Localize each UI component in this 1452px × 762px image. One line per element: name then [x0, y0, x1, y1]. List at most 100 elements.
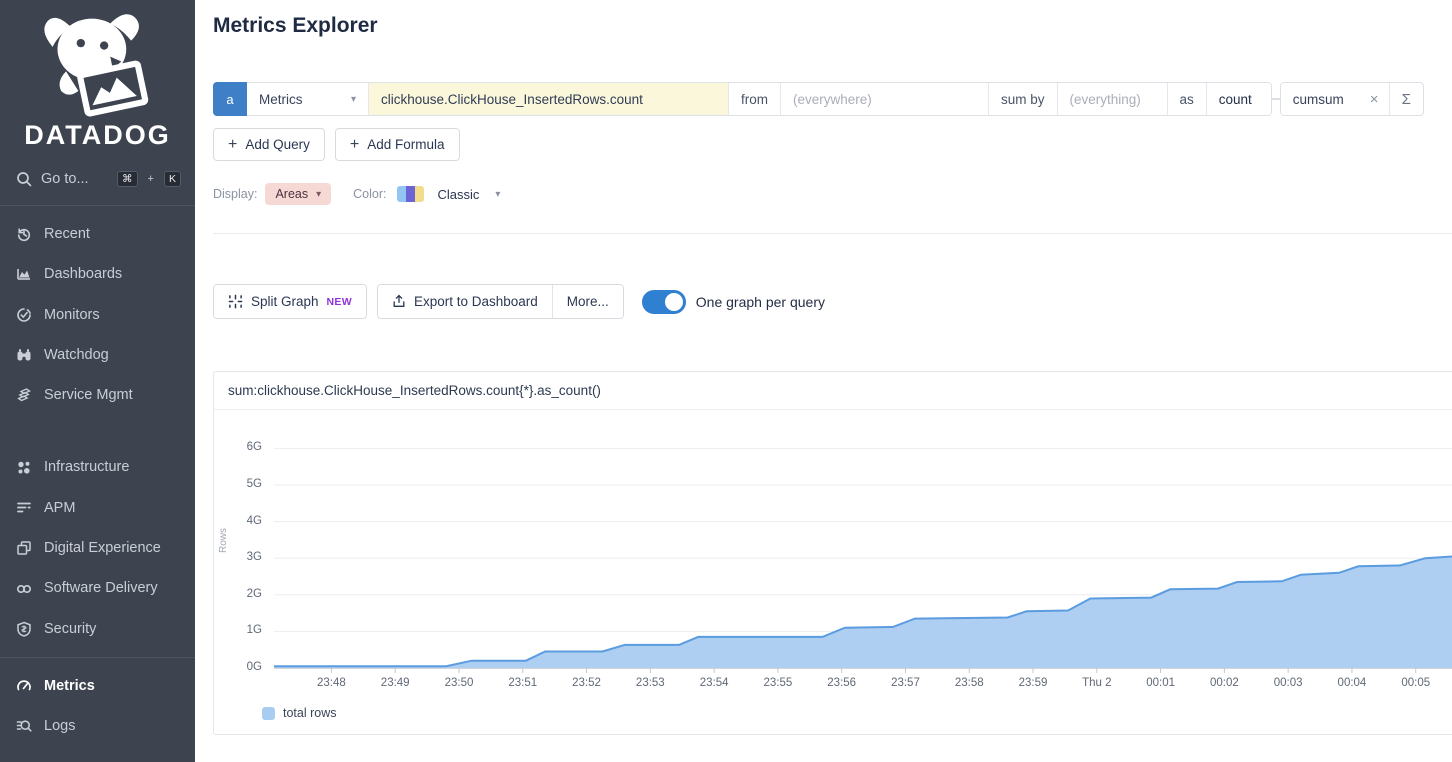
plus-separator: +: [148, 173, 154, 185]
x-tick-label: 23:54: [686, 677, 742, 689]
sidebar-item-infrastructure[interactable]: Infrastructure: [0, 447, 195, 487]
sidebar-item-recent[interactable]: Recent: [0, 214, 195, 254]
plus-icon: +: [228, 136, 237, 154]
k-key-badge: K: [164, 171, 181, 187]
service-mgmt-layers-icon: [16, 387, 32, 403]
from-scope-input[interactable]: (everywhere): [781, 83, 989, 115]
goto-search[interactable]: Go to... ⌘ + K: [0, 151, 195, 205]
display-options-row: Display: Areas ▾ Color: Classic ▾: [213, 183, 1434, 205]
sum-by-label: sum by: [989, 83, 1058, 115]
query-letter-badge: a: [213, 82, 247, 116]
chevron-down-icon: ▾: [495, 189, 500, 200]
x-tick-label: Thu 2: [1069, 677, 1125, 689]
split-graph-button[interactable]: Split Graph NEW: [214, 285, 366, 318]
add-query-label: Add Query: [245, 137, 310, 152]
add-formula-label: Add Formula: [367, 137, 444, 152]
sidebar-item-label: Watchdog: [44, 345, 109, 365]
sidebar-item-watchdog[interactable]: Watchdog: [0, 335, 195, 375]
color-scheme-value[interactable]: Classic: [438, 187, 480, 202]
remove-function-icon[interactable]: ×: [1360, 83, 1390, 115]
metrics-source-value: Metrics: [259, 92, 303, 107]
function-chip: cumsum × Σ: [1280, 82, 1424, 116]
function-connector: [1272, 98, 1280, 100]
x-tick-label: 23:53: [622, 677, 678, 689]
x-tick-label: 00:05: [1388, 677, 1444, 689]
sidebar-item-label: Infrastructure: [44, 457, 129, 477]
more-button[interactable]: More...: [553, 285, 623, 318]
sidebar-item-monitors[interactable]: Monitors: [0, 295, 195, 335]
nav-group-products: Infrastructure APM Digital Experience So…: [0, 439, 195, 656]
add-query-button[interactable]: + Add Query: [213, 128, 325, 161]
add-formula-button[interactable]: + Add Formula: [335, 128, 460, 161]
sidebar-item-dashboards[interactable]: Dashboards: [0, 254, 195, 294]
datadog-wordmark: DATADOG: [0, 120, 195, 151]
sidebar-item-digital-experience[interactable]: Digital Experience: [0, 528, 195, 568]
y-tick-label: 0G: [222, 661, 262, 673]
sidebar-item-label: Software Delivery: [44, 578, 158, 598]
sidebar-item-logs[interactable]: Logs: [0, 706, 195, 746]
one-graph-per-query-toggle[interactable]: [642, 290, 686, 314]
query-builder-section: a Metrics ▾ clickhouse.ClickHouse_Insert…: [213, 82, 1452, 234]
query-segment-group: Metrics ▾ clickhouse.ClickHouse_Inserted…: [247, 82, 1272, 116]
as-count-dropdown[interactable]: count: [1207, 83, 1271, 115]
sidebar-item-service-mgmt[interactable]: Service Mgmt: [0, 375, 195, 415]
dashboards-chart-icon: [16, 266, 32, 282]
split-graph-group: Split Graph NEW: [213, 284, 367, 319]
chart-card: sum:clickhouse.ClickHouse_InsertedRows.c…: [213, 371, 1452, 735]
group-by-input[interactable]: (everything): [1058, 83, 1168, 115]
sidebar-item-software-delivery[interactable]: Software Delivery: [0, 568, 195, 608]
software-delivery-link-icon: [16, 581, 32, 597]
x-tick-label: 23:50: [431, 677, 487, 689]
y-axis-title: Rows: [218, 528, 229, 553]
x-tick-label: 23:52: [559, 677, 615, 689]
sigma-function-icon[interactable]: Σ: [1390, 83, 1423, 115]
export-icon: [392, 294, 406, 309]
chart-body: Rows 0G1G2G3G4G5G6G23:4823:4923:5023:512…: [214, 410, 1452, 706]
digital-experience-windows-icon: [16, 540, 32, 556]
chart-legend: total rows: [214, 706, 1452, 734]
y-tick-label: 5G: [222, 478, 262, 490]
sidebar-item-label: Monitors: [44, 305, 100, 325]
sidebar-item-label: Metrics: [44, 676, 95, 696]
x-tick-label: 00:02: [1196, 677, 1252, 689]
metric-name-input[interactable]: clickhouse.ClickHouse_InsertedRows.count: [369, 83, 729, 115]
legend-swatch[interactable]: [262, 707, 275, 720]
sidebar-item-security[interactable]: Security: [0, 609, 195, 649]
datadog-logo[interactable]: DATADOG: [0, 0, 195, 151]
goto-label: Go to...: [41, 171, 89, 187]
apm-flamegraph-icon: [16, 500, 32, 516]
query-actions-row: + Add Query + Add Formula: [213, 128, 1434, 161]
x-tick-label: 23:58: [941, 677, 997, 689]
color-palette-swatch[interactable]: [397, 186, 424, 202]
sidebar-item-label: Recent: [44, 224, 90, 244]
sidebar-item-label: Dashboards: [44, 264, 122, 284]
app-window: DATADOG Go to... ⌘ + K Recent: [0, 0, 1452, 762]
datadog-dog-icon: [36, 10, 160, 118]
y-tick-label: 4G: [222, 515, 262, 527]
metrics-source-dropdown[interactable]: Metrics ▾: [247, 83, 369, 115]
x-tick-label: 00:03: [1260, 677, 1316, 689]
plus-icon: +: [350, 136, 359, 154]
area-chart-plot[interactable]: [274, 424, 1452, 680]
legend-label[interactable]: total rows: [283, 706, 337, 720]
more-label: More...: [567, 294, 609, 309]
export-to-dashboard-button[interactable]: Export to Dashboard: [378, 285, 553, 318]
sidebar-item-metrics[interactable]: Metrics: [0, 666, 195, 706]
split-graph-label: Split Graph: [251, 294, 319, 309]
sidebar-item-label: APM: [44, 498, 75, 518]
cumsum-function[interactable]: cumsum: [1281, 83, 1360, 115]
x-tick-label: 23:49: [367, 677, 423, 689]
sidebar-item-apm[interactable]: APM: [0, 488, 195, 528]
sidebar-item-label: Logs: [44, 716, 75, 736]
graph-toolbar: Split Graph NEW Export to Dashboard More…: [213, 284, 1452, 319]
page-title: Metrics Explorer: [213, 14, 1452, 38]
display-type-dropdown[interactable]: Areas ▾: [265, 183, 331, 205]
x-tick-label: 23:55: [750, 677, 806, 689]
infrastructure-cluster-icon: [16, 460, 32, 476]
monitors-target-icon: [16, 307, 32, 323]
nav-group-telemetry: Metrics Logs: [0, 658, 195, 755]
history-clock-icon: [16, 226, 32, 242]
sidebar-item-label: Digital Experience: [44, 538, 161, 558]
x-tick-label: 23:51: [495, 677, 551, 689]
y-tick-label: 2G: [222, 588, 262, 600]
